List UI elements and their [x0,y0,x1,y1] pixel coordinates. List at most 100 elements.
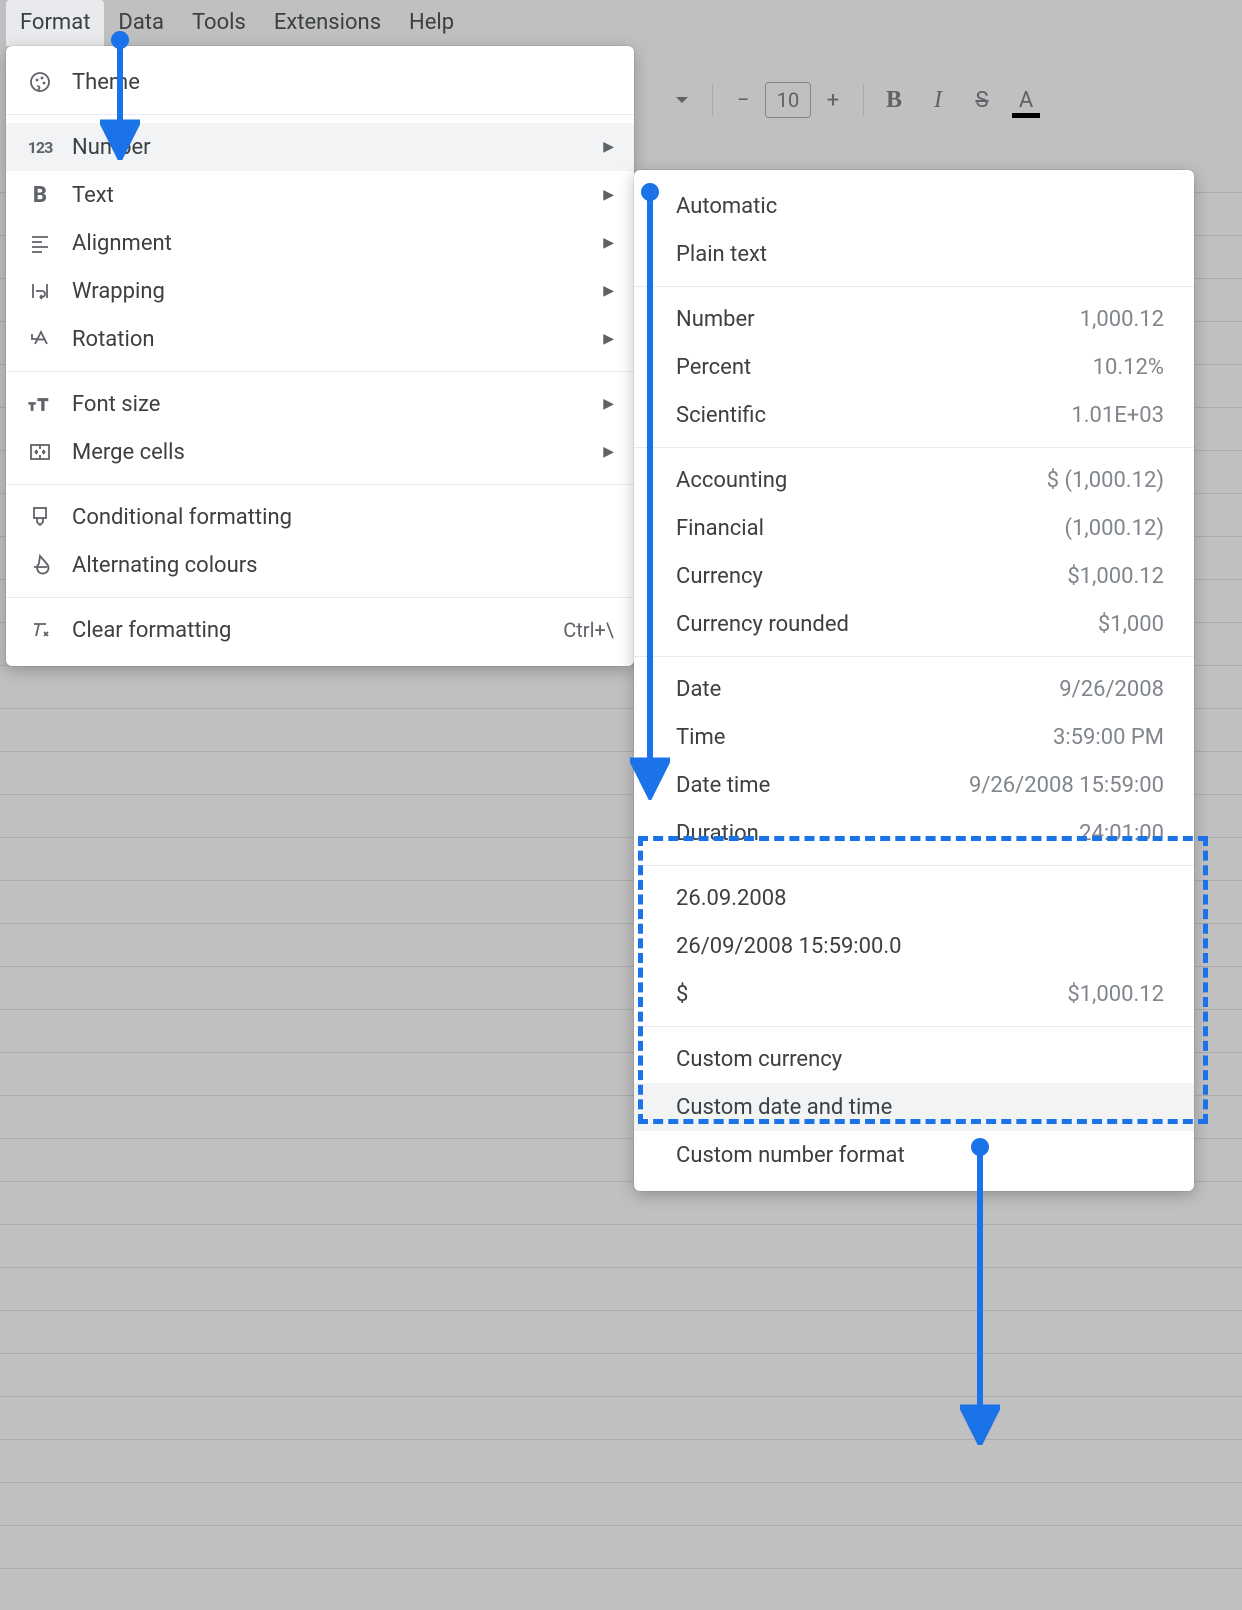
bold-button[interactable]: B [872,78,916,122]
menu-separator [634,865,1194,866]
font-size-decrease-button[interactable]: − [721,78,765,122]
number-item-label: Date time [676,773,969,798]
menu-item-alternating-colours[interactable]: Alternating colours [6,541,634,589]
italic-button[interactable]: I [916,78,960,122]
number-item-percent[interactable]: Percent 10.12% [634,343,1194,391]
number-item-label: Percent [676,355,1093,380]
menu-item-label: Conditional formatting [72,505,614,530]
font-size-input[interactable]: 10 [765,82,811,118]
submenu-arrow-icon: ▶ [603,444,614,460]
number-item-number[interactable]: Number 1,000.12 [634,295,1194,343]
menu-separator [6,114,634,115]
number-item-label: $ [676,982,1067,1007]
menu-item-font-size[interactable]: TT Font size ▶ [6,380,634,428]
strikethrough-button[interactable]: S [960,78,1004,122]
menubar-item-tools[interactable]: Tools [178,0,260,46]
number-item-label: Duration [676,821,1079,846]
number-item-example: 9/26/2008 [1059,677,1164,702]
number-item-time[interactable]: Time 3:59:00 PM [634,713,1194,761]
number-item-custom-currency[interactable]: Custom currency [634,1035,1194,1083]
number-item-label: Currency [676,564,1067,589]
number-item-example: 1.01E+03 [1071,403,1164,428]
font-size-icon: TT [26,390,54,418]
menu-item-theme[interactable]: Theme [6,58,634,106]
clear-formatting-icon [26,616,54,644]
number-item-label: Currency rounded [676,612,1098,637]
number-item-example: 1,000.12 [1080,307,1164,332]
number-item-example: $1,000.12 [1067,982,1164,1007]
toolbar-separator [712,84,713,116]
menu-item-text[interactable]: B Text ▶ [6,171,634,219]
number-item-example: 10.12% [1093,355,1164,380]
menu-item-merge-cells[interactable]: Merge cells ▶ [6,428,634,476]
menu-separator [634,656,1194,657]
number-item-plain-text[interactable]: Plain text [634,230,1194,278]
number-item-scientific[interactable]: Scientific 1.01E+03 [634,391,1194,439]
number-item-automatic[interactable]: Automatic [634,182,1194,230]
number-item-example: $ (1,000.12) [1047,468,1164,493]
menu-item-conditional-formatting[interactable]: Conditional formatting [6,493,634,541]
number-item-custom-date-time[interactable]: Custom date and time [634,1083,1194,1131]
number-item-recent-format[interactable]: 26/09/2008 15:59:00.0 [634,922,1194,970]
menu-item-label: Rotation [72,327,585,352]
text-icon: B [26,181,54,209]
menu-separator [634,447,1194,448]
toolbar-fragment: − 10 + B I S A [660,70,1048,130]
menu-item-number[interactable]: 123 Number ▶ [6,123,634,171]
number-item-duration[interactable]: Duration 24:01:00 [634,809,1194,857]
number-item-recent-format[interactable]: $ $1,000.12 [634,970,1194,1018]
number-item-accounting[interactable]: Accounting $ (1,000.12) [634,456,1194,504]
number-item-example: $1,000 [1098,612,1164,637]
toolbar-more-dropdown[interactable] [660,78,704,122]
number-item-recent-format[interactable]: 26.09.2008 [634,874,1194,922]
number-item-example: 9/26/2008 15:59:00 [969,773,1164,798]
menu-item-label: Font size [72,392,585,417]
menu-item-label: Number [72,135,585,160]
number-item-date-time[interactable]: Date time 9/26/2008 15:59:00 [634,761,1194,809]
number-item-label: Date [676,677,1059,702]
number-item-label: Custom number format [676,1143,1164,1168]
menu-item-label: Text [72,183,585,208]
toolbar-separator [863,84,864,116]
number-item-currency-rounded[interactable]: Currency rounded $1,000 [634,600,1194,648]
menubar-item-format[interactable]: Format [6,0,104,46]
number-item-label: 26/09/2008 15:59:00.0 [676,934,1164,959]
number-item-label: Time [676,725,1053,750]
number-item-custom-number-format[interactable]: Custom number format [634,1131,1194,1179]
submenu-arrow-icon: ▶ [603,139,614,155]
menubar-item-help[interactable]: Help [395,0,468,46]
menu-item-label: Wrapping [72,279,585,304]
menu-separator [6,597,634,598]
menu-separator [634,286,1194,287]
submenu-arrow-icon: ▶ [603,187,614,203]
number-item-date[interactable]: Date 9/26/2008 [634,665,1194,713]
number-item-label: Custom currency [676,1047,1164,1072]
number-item-label: Plain text [676,242,1164,267]
rotation-icon [26,325,54,353]
submenu-arrow-icon: ▶ [603,331,614,347]
submenu-arrow-icon: ▶ [603,283,614,299]
menubar-item-extensions[interactable]: Extensions [260,0,395,46]
menubar-item-data[interactable]: Data [104,0,178,46]
number-item-label: Scientific [676,403,1071,428]
menu-separator [6,371,634,372]
menu-item-clear-formatting[interactable]: Clear formatting Ctrl+\ [6,606,634,654]
menu-item-wrapping[interactable]: Wrapping ▶ [6,267,634,315]
number-item-example: 24:01:00 [1079,821,1164,846]
menu-item-label: Merge cells [72,440,585,465]
conditional-formatting-icon [26,503,54,531]
svg-text:T: T [29,402,35,413]
svg-text:T: T [38,397,48,414]
alternating-colours-icon [26,551,54,579]
menu-item-label: Alignment [72,231,585,256]
font-size-increase-button[interactable]: + [811,78,855,122]
submenu-arrow-icon: ▶ [603,396,614,412]
text-color-button[interactable]: A [1004,78,1048,122]
number-item-example: $1,000.12 [1067,564,1164,589]
menu-item-alignment[interactable]: Alignment ▶ [6,219,634,267]
number-item-label: Accounting [676,468,1047,493]
menu-item-rotation[interactable]: Rotation ▶ [6,315,634,363]
number-item-financial[interactable]: Financial (1,000.12) [634,504,1194,552]
number-item-example: (1,000.12) [1064,516,1164,541]
number-item-currency[interactable]: Currency $1,000.12 [634,552,1194,600]
